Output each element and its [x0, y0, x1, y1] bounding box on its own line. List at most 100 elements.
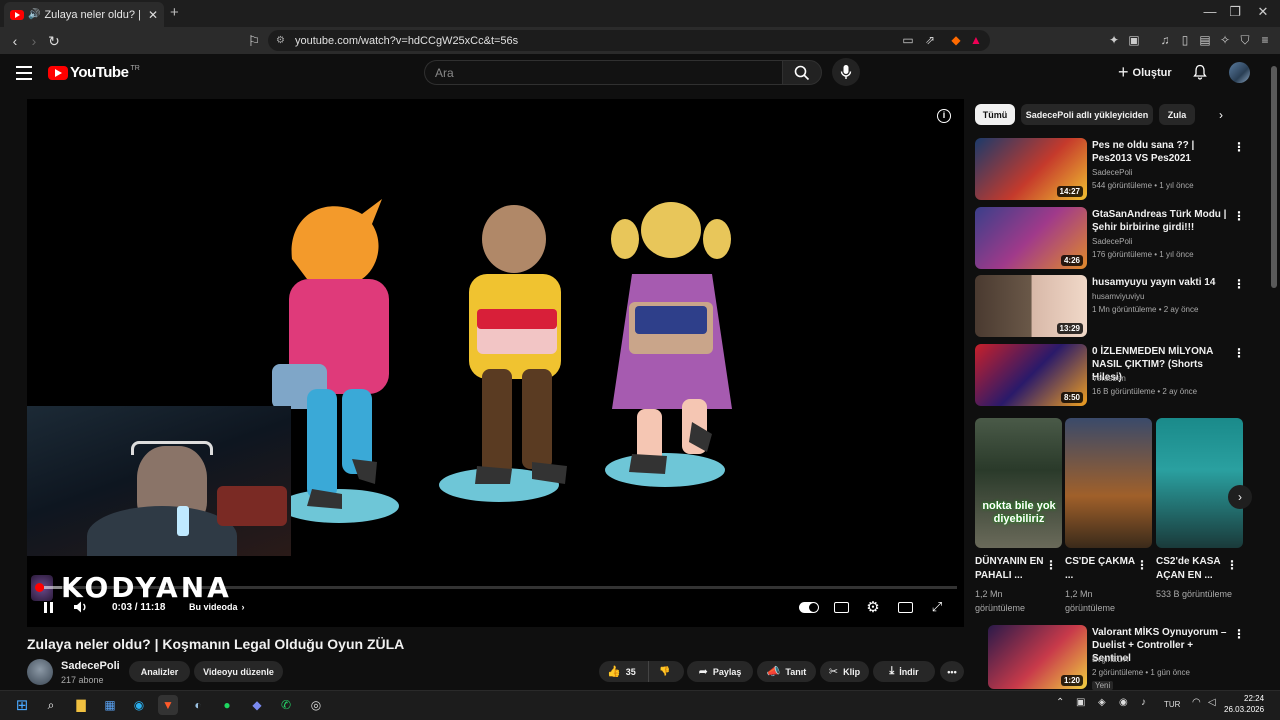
tray-app-icon[interactable]: ◈	[1098, 697, 1106, 708]
new-tab-icon[interactable]: +	[170, 4, 179, 21]
speaker-icon[interactable]: 🔊	[28, 9, 40, 20]
tray-app-icon[interactable]: ◉	[1119, 697, 1128, 708]
more-vertical-icon[interactable]: ⋮	[1233, 277, 1245, 291]
maximize-icon[interactable]: ❐	[1220, 4, 1250, 20]
wifi-icon[interactable]: ◠	[1192, 697, 1201, 708]
scrollbar[interactable]	[1271, 66, 1277, 288]
fullscreen-button[interactable]: ⤢	[929, 598, 945, 616]
short-title[interactable]: CS'DE ÇAKMA ...	[1065, 555, 1137, 583]
dislike-button[interactable]: 👎	[649, 666, 670, 677]
more-vertical-icon[interactable]: ⋮	[1136, 558, 1148, 572]
forward-icon[interactable]: ›	[24, 31, 44, 51]
settings-button[interactable]: ⚙	[864, 598, 882, 616]
leo-ai-icon[interactable]: ✧	[1217, 32, 1233, 48]
extensions-icon[interactable]: ✦	[1106, 32, 1122, 48]
rec-channel[interactable]: SadecePoli	[1092, 168, 1132, 177]
store-icon[interactable]: ▦	[100, 695, 120, 715]
chip-all[interactable]: Tümü	[975, 104, 1015, 125]
subtitles-button[interactable]	[833, 598, 849, 616]
rec-channel[interactable]: SadecePoli	[1092, 237, 1132, 246]
discord-icon[interactable]: ◆	[247, 695, 267, 715]
pause-button[interactable]	[40, 598, 56, 616]
info-icon[interactable]: i	[937, 109, 951, 123]
more-vertical-icon[interactable]: ⋮	[1233, 209, 1245, 223]
language-indicator[interactable]: TUR	[1164, 700, 1180, 709]
search-button[interactable]	[782, 60, 822, 85]
clip-button[interactable]: ✂ Klip	[820, 661, 869, 682]
rec-channel[interactable]: Verasben	[1092, 374, 1126, 383]
chip-from-uploader[interactable]: SadecePoli adlı yükleyiciden	[1021, 104, 1153, 125]
file-explorer-icon[interactable]: ▇	[71, 695, 91, 715]
miniplayer-button[interactable]	[897, 598, 913, 616]
edge-icon[interactable]: ◉	[129, 695, 149, 715]
progress-track[interactable]	[39, 586, 957, 589]
rec-channel[interactable]: EvginEDR	[1092, 655, 1129, 664]
create-button[interactable]: + Oluştur	[1118, 60, 1182, 85]
screenshot-icon[interactable]: ▣	[1126, 32, 1142, 48]
media-icon[interactable]: ♫	[1157, 32, 1173, 48]
reload-icon[interactable]: ↻	[44, 31, 64, 51]
channel-name[interactable]: SadecePoli	[61, 660, 120, 672]
volume-button[interactable]	[72, 598, 90, 616]
chevron-right-icon[interactable]: ›	[1219, 108, 1235, 124]
share-button[interactable]: ➦ Paylaş	[687, 661, 753, 682]
list-item[interactable]: 1:20 Valorant MİKS Oynuyorum – Duelist +…	[975, 625, 1245, 690]
tab-close-icon[interactable]: ✕	[148, 8, 158, 22]
more-vertical-icon[interactable]: ⋮	[1233, 346, 1245, 360]
bookmark-icon[interactable]: ⚐	[244, 31, 264, 51]
site-settings-icon[interactable]: ⚙	[276, 35, 285, 46]
list-item[interactable]: 4:26 GtaSanAndreas Türk Modu | Şehir bir…	[975, 207, 1245, 269]
steam-icon[interactable]: ◐	[188, 695, 208, 715]
sidebar-icon[interactable]: ▯	[1177, 32, 1193, 48]
short-title[interactable]: CS2'de KASA AÇAN EN ...	[1156, 555, 1228, 583]
share-page-icon[interactable]: ⇗	[922, 32, 938, 48]
chevron-right-icon[interactable]: ›	[1228, 485, 1252, 509]
rec-title[interactable]: Pes ne oldu sana ?? | Pes2013 VS Pes2021	[1092, 139, 1228, 165]
browser-menu-icon[interactable]: ≡	[1257, 32, 1273, 48]
youtube-logo[interactable]: YouTube TR	[48, 64, 140, 81]
rec-title[interactable]: husamyuyu yayın vakti 14	[1092, 276, 1228, 289]
cast-icon[interactable]: ▭	[900, 32, 916, 48]
more-vertical-icon[interactable]: ⋮	[1233, 140, 1245, 154]
back-icon[interactable]: ‹	[5, 31, 25, 51]
short-thumbnail[interactable]	[1156, 418, 1243, 548]
spotify-icon[interactable]: ●	[217, 695, 237, 715]
chevron-up-icon[interactable]: ⌃	[1056, 697, 1064, 708]
list-item[interactable]: 13:29 husamyuyu yayın vakti 14 husamviyu…	[975, 275, 1245, 337]
chapter-button[interactable]: Bu videoda ›	[189, 598, 245, 616]
channel-avatar[interactable]	[27, 659, 53, 685]
brave-icon[interactable]: ▼	[158, 695, 178, 715]
autoplay-toggle[interactable]	[798, 598, 820, 616]
mic-icon[interactable]: ♪	[1141, 697, 1146, 708]
menu-icon[interactable]	[16, 66, 32, 80]
short-thumbnail[interactable]	[1065, 418, 1152, 548]
url-field[interactable]: youtube.com/watch?v=hdCCgW25xCc&t=56s	[268, 30, 990, 51]
obs-icon[interactable]: ◎	[306, 695, 326, 715]
more-vertical-icon[interactable]: ⋮	[1226, 558, 1238, 572]
analytics-button[interactable]: Analizler	[129, 661, 190, 682]
vpn-icon[interactable]: ⛉	[1237, 32, 1253, 48]
promote-button[interactable]: 📣 Tanıt	[757, 661, 816, 682]
account-avatar[interactable]	[1229, 62, 1250, 83]
search-input[interactable]: Ara	[424, 60, 782, 85]
volume-icon[interactable]: ◁	[1208, 697, 1216, 708]
progress-scrubber[interactable]	[35, 583, 44, 592]
bell-icon[interactable]	[1192, 64, 1208, 80]
close-window-icon[interactable]: ✕	[1248, 4, 1278, 20]
more-vertical-icon[interactable]: ⋮	[1233, 627, 1245, 641]
edit-video-button[interactable]: Videoyu düzenle	[194, 661, 283, 682]
taskbar-clock[interactable]: 22:24 26.03.2026	[1224, 693, 1264, 715]
whatsapp-icon[interactable]: ✆	[276, 695, 296, 715]
brave-rewards-icon[interactable]: ▲	[968, 32, 984, 48]
more-actions-button[interactable]: •••	[940, 661, 964, 682]
video-player[interactable]: KODYANA	[27, 99, 964, 627]
rec-title[interactable]: GtaSanAndreas Türk Modu | Şehir birbirin…	[1092, 208, 1228, 234]
short-title[interactable]: DÜNYANIN EN PAHALI ...	[975, 555, 1047, 583]
list-item[interactable]: 14:27 Pes ne oldu sana ?? | Pes2013 VS P…	[975, 138, 1245, 200]
download-button[interactable]: ⤓ İndir	[873, 661, 935, 682]
windows-start-icon[interactable]: ⊞	[12, 695, 32, 715]
rec-channel[interactable]: husamviyuviyu	[1092, 292, 1144, 301]
browser-tab[interactable]: 🔊 Zulaya neler oldu? | Koşmanın ✕	[4, 2, 164, 27]
search-icon[interactable]: ⌕	[41, 695, 61, 715]
brave-shield-icon[interactable]: ◆	[948, 32, 964, 48]
